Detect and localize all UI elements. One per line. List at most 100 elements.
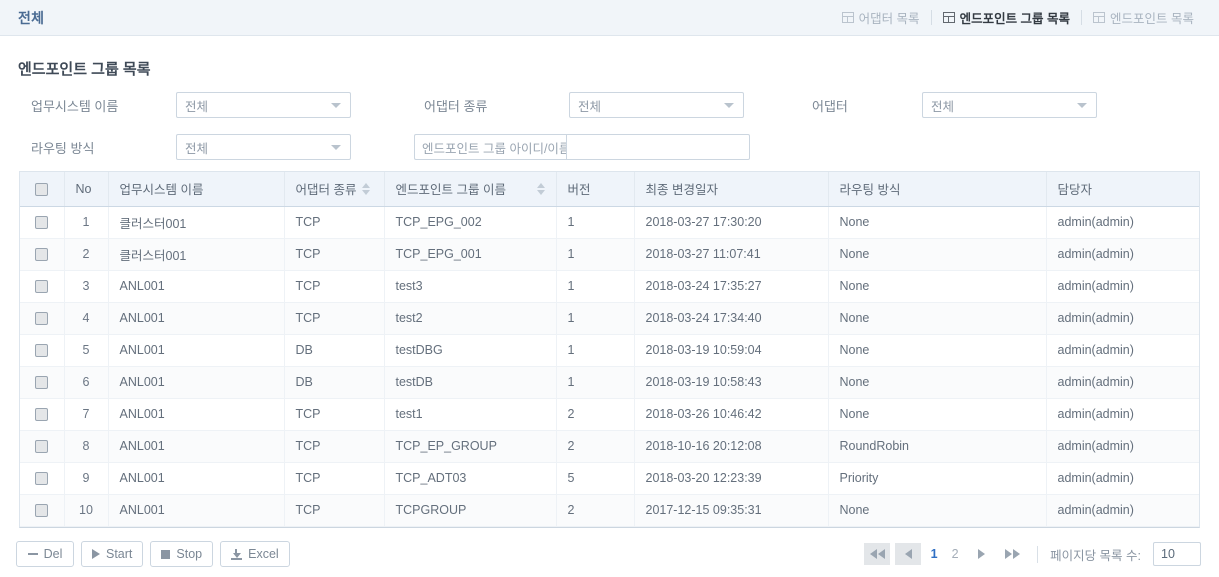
routing-method-select[interactable]: 전체 — [176, 134, 351, 160]
cell-business-system: ANL001 — [108, 462, 284, 494]
tab-endpoint-list[interactable]: 엔드포인트 목록 — [1082, 1, 1205, 35]
table-row[interactable]: 9 ANL001 TCP TCP_ADT03 5 2018-03-20 12:2… — [20, 462, 1199, 494]
row-checkbox-cell[interactable] — [20, 462, 64, 494]
cell-modified-date: 2018-03-27 11:07:41 — [634, 238, 828, 270]
row-checkbox[interactable] — [35, 248, 48, 261]
grid-icon — [1093, 12, 1105, 23]
page-number-1[interactable]: 1 — [926, 547, 942, 561]
cell-modified-date: 2018-03-24 17:35:27 — [634, 270, 828, 302]
excel-export-button[interactable]: Excel — [220, 541, 290, 567]
stop-button[interactable]: Stop — [150, 541, 213, 567]
sort-icon[interactable] — [362, 183, 370, 195]
select-value: 전체 — [185, 138, 208, 157]
cell-group-name: TCP_ADT03 — [384, 462, 556, 494]
play-icon — [92, 549, 100, 559]
table-row[interactable]: 7 ANL001 TCP test1 2 2018-03-26 10:46:42… — [20, 398, 1199, 430]
row-checkbox-cell[interactable] — [20, 398, 64, 430]
cell-owner: admin(admin) — [1046, 462, 1199, 494]
chevron-left-icon — [905, 549, 912, 559]
row-checkbox-cell[interactable] — [20, 494, 64, 526]
start-button[interactable]: Start — [81, 541, 143, 567]
double-left-icon — [870, 549, 877, 559]
header-label: 라우팅 방식 — [840, 179, 901, 198]
row-checkbox[interactable] — [35, 504, 48, 517]
adapter-select[interactable]: 전체 — [922, 92, 1097, 118]
last-page-button[interactable] — [999, 543, 1025, 565]
keyword-input-group: 엔드포인트 그룹 아이디/이름 — [414, 134, 750, 160]
row-checkbox[interactable] — [35, 216, 48, 229]
header-label: 최종 변경일자 — [646, 179, 718, 198]
tab-label: 어댑터 목록 — [859, 8, 920, 27]
cell-routing-method: None — [828, 238, 1046, 270]
row-checkbox[interactable] — [35, 312, 48, 325]
header-group-name[interactable]: 엔드포인트 그룹 이름 — [384, 172, 556, 206]
header-modified-date: 최종 변경일자 — [634, 172, 828, 206]
tab-adapter-list[interactable]: 어댑터 목록 — [831, 1, 931, 35]
tab-label: 엔드포인트 그룹 목록 — [960, 8, 1070, 27]
keyword-input[interactable] — [566, 134, 750, 160]
header-adapter-type[interactable]: 어댑터 종류 — [284, 172, 384, 206]
delete-button[interactable]: Del — [16, 541, 74, 567]
first-page-button[interactable] — [864, 543, 890, 565]
cell-no: 5 — [64, 334, 108, 366]
header-business-system: 업무시스템 이름 — [108, 172, 284, 206]
table-row[interactable]: 10 ANL001 TCP TCPGROUP 2 2017-12-15 09:3… — [20, 494, 1199, 526]
business-system-select[interactable]: 전체 — [176, 92, 351, 118]
button-label: Stop — [176, 547, 202, 561]
row-checkbox-cell[interactable] — [20, 302, 64, 334]
footer-toolbar: Del Start Stop Excel 1 2 — [0, 531, 1219, 577]
row-checkbox-cell[interactable] — [20, 206, 64, 238]
cell-modified-date: 2018-03-26 10:46:42 — [634, 398, 828, 430]
cell-group-name: TCP_EP_GROUP — [384, 430, 556, 462]
chevron-down-icon — [331, 103, 341, 108]
table-row[interactable]: 5 ANL001 DB testDBG 1 2018-03-19 10:59:0… — [20, 334, 1199, 366]
row-checkbox-cell[interactable] — [20, 366, 64, 398]
filter-row-1: 업무시스템 이름 전체 어댑터 종류 전체 어댑터 전체 — [0, 84, 1219, 126]
row-checkbox-cell[interactable] — [20, 334, 64, 366]
cell-business-system: ANL001 — [108, 366, 284, 398]
filter-adapter: 어댑터 전체 — [812, 92, 1097, 118]
page-size-input[interactable] — [1153, 542, 1201, 566]
table-row[interactable]: 1 클러스터001 TCP TCP_EPG_002 1 2018-03-27 1… — [20, 206, 1199, 238]
adapter-type-select[interactable]: 전체 — [569, 92, 744, 118]
row-checkbox[interactable] — [35, 376, 48, 389]
tab-endpoint-group-list[interactable]: 엔드포인트 그룹 목록 — [932, 1, 1081, 35]
select-all-checkbox[interactable] — [35, 183, 48, 196]
filter-business-system: 업무시스템 이름 전체 — [31, 92, 351, 118]
cell-business-system: ANL001 — [108, 398, 284, 430]
cell-routing-method: None — [828, 334, 1046, 366]
cell-group-name: TCPGROUP — [384, 494, 556, 526]
cell-modified-date: 2017-12-15 09:35:31 — [634, 494, 828, 526]
table-row[interactable]: 4 ANL001 TCP test2 1 2018-03-24 17:34:40… — [20, 302, 1199, 334]
cell-owner: admin(admin) — [1046, 398, 1199, 430]
row-checkbox-cell[interactable] — [20, 430, 64, 462]
table-row[interactable]: 8 ANL001 TCP TCP_EP_GROUP 2 2018-10-16 2… — [20, 430, 1199, 462]
row-checkbox[interactable] — [35, 280, 48, 293]
cell-owner: admin(admin) — [1046, 494, 1199, 526]
table-row[interactable]: 6 ANL001 DB testDB 1 2018-03-19 10:58:43… — [20, 366, 1199, 398]
next-page-button[interactable] — [968, 543, 994, 565]
cell-group-name: TCP_EPG_001 — [384, 238, 556, 270]
row-checkbox-cell[interactable] — [20, 270, 64, 302]
row-checkbox[interactable] — [35, 472, 48, 485]
page-number-2[interactable]: 2 — [947, 547, 963, 561]
header-select-all[interactable] — [20, 172, 64, 206]
prev-page-button[interactable] — [895, 543, 921, 565]
cell-adapter-type: TCP — [284, 238, 384, 270]
row-checkbox[interactable] — [35, 408, 48, 421]
filter-row-2: 라우팅 방식 전체 엔드포인트 그룹 아이디/이름 — [0, 126, 1219, 168]
row-checkbox[interactable] — [35, 344, 48, 357]
row-checkbox[interactable] — [35, 440, 48, 453]
header-label: 담당자 — [1058, 179, 1093, 198]
table-row[interactable]: 3 ANL001 TCP test3 1 2018-03-24 17:35:27… — [20, 270, 1199, 302]
cell-modified-date: 2018-03-19 10:59:04 — [634, 334, 828, 366]
keyword-prefix-label: 엔드포인트 그룹 아이디/이름 — [414, 134, 566, 160]
table-row[interactable]: 2 클러스터001 TCP TCP_EPG_001 1 2018-03-27 1… — [20, 238, 1199, 270]
sort-icon[interactable] — [537, 183, 545, 195]
cell-owner: admin(admin) — [1046, 430, 1199, 462]
cell-business-system: ANL001 — [108, 494, 284, 526]
header-label: 버전 — [568, 179, 591, 198]
row-checkbox-cell[interactable] — [20, 238, 64, 270]
cell-modified-date: 2018-10-16 20:12:08 — [634, 430, 828, 462]
cell-group-name: test3 — [384, 270, 556, 302]
